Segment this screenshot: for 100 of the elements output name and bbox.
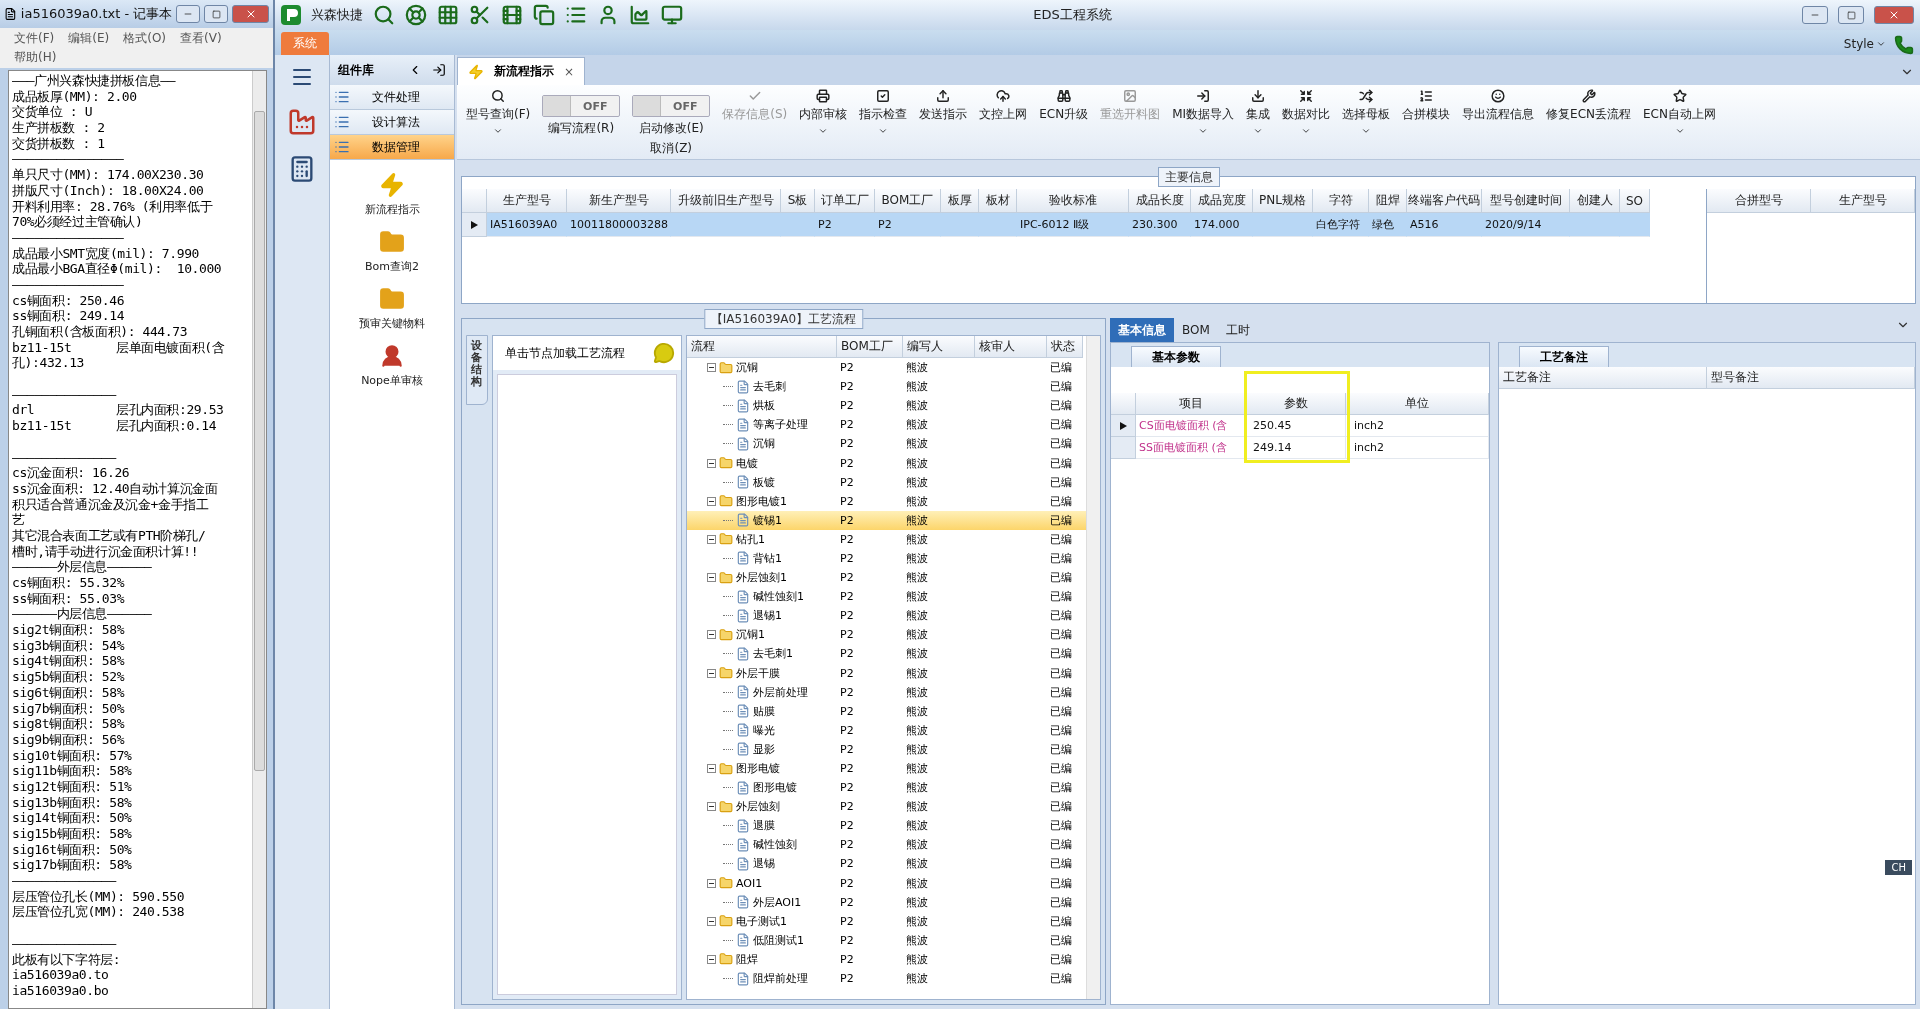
phone-icon[interactable] bbox=[1894, 35, 1914, 55]
collapse-icon[interactable] bbox=[707, 534, 716, 544]
tool-label[interactable]: 预审关键物料 bbox=[359, 316, 425, 331]
tab[interactable]: 工时 bbox=[1217, 318, 1258, 342]
collapse-icon[interactable] bbox=[707, 363, 716, 373]
column-header[interactable]: 生产型号 bbox=[487, 189, 567, 213]
toolbar-button[interactable]: 指示检查 bbox=[854, 89, 913, 136]
toolbar-button[interactable]: 文控上网 bbox=[974, 89, 1033, 123]
column-header[interactable]: 流程 bbox=[687, 336, 837, 358]
collapse-icon[interactable] bbox=[707, 630, 716, 640]
toolbar-button[interactable]: 导出流程信息 bbox=[1457, 89, 1540, 123]
menu-item[interactable]: 文件(F) bbox=[14, 30, 55, 47]
area-chart-icon[interactable] bbox=[629, 4, 651, 26]
collapse-icon[interactable] bbox=[707, 878, 716, 888]
grid-icon[interactable] bbox=[437, 4, 459, 26]
toolbar-button[interactable]: ECN自动上网 bbox=[1638, 89, 1721, 136]
row-selector[interactable] bbox=[1111, 415, 1136, 437]
document-tab[interactable]: 新流程指示 × bbox=[457, 57, 586, 85]
column-header[interactable]: 工艺备注 bbox=[1499, 367, 1707, 389]
column-header[interactable]: BOM工厂 bbox=[875, 189, 941, 213]
column-header[interactable]: 项目 bbox=[1136, 393, 1246, 415]
menu-item[interactable]: 帮助(H) bbox=[14, 49, 57, 66]
column-header[interactable]: 成品宽度 bbox=[1191, 189, 1253, 213]
tab[interactable]: BOM bbox=[1174, 318, 1218, 342]
column-header[interactable]: S板 bbox=[781, 189, 815, 213]
monitor-icon[interactable] bbox=[661, 4, 683, 26]
column-header[interactable]: 字符 bbox=[1313, 189, 1369, 213]
toggle-switch[interactable]: OFF bbox=[632, 95, 711, 117]
toolbar-button[interactable]: 集成 bbox=[1241, 89, 1276, 136]
film-icon[interactable] bbox=[501, 4, 523, 26]
column-header[interactable]: 编写人 bbox=[903, 336, 975, 358]
minimize-button[interactable] bbox=[176, 5, 201, 23]
user-icon[interactable] bbox=[597, 4, 619, 26]
panel-item[interactable]: 数据管理 bbox=[330, 135, 454, 160]
column-header[interactable]: 生产型号 bbox=[1811, 189, 1915, 213]
tool-label[interactable]: Nope单审核 bbox=[361, 373, 423, 388]
column-header[interactable]: 新生产型号 bbox=[567, 189, 671, 213]
toggle-switch[interactable]: OFF bbox=[542, 95, 621, 117]
ime-bar[interactable]: CH bbox=[1885, 860, 1912, 875]
copy-icon[interactable] bbox=[533, 4, 555, 26]
column-header[interactable]: 成品长度 bbox=[1129, 189, 1191, 213]
column-header[interactable]: 升级前旧生产型号 bbox=[671, 189, 781, 213]
collapse-icon[interactable] bbox=[707, 802, 716, 812]
minimize-button[interactable] bbox=[1802, 6, 1828, 24]
menu-item[interactable]: 格式(O) bbox=[123, 30, 167, 47]
toolbar-button[interactable]: 合拼模块 bbox=[1397, 89, 1456, 123]
collapse-icon[interactable] bbox=[707, 916, 716, 926]
toolbar-button[interactable]: 发送指示 bbox=[914, 89, 973, 123]
maximize-button[interactable] bbox=[1838, 6, 1864, 24]
scissors-icon[interactable] bbox=[469, 4, 491, 26]
column-header[interactable]: 板厚 bbox=[941, 189, 979, 213]
column-header[interactable]: 终端客户代码 bbox=[1407, 189, 1482, 213]
row-selector[interactable] bbox=[462, 213, 487, 237]
user-icon[interactable] bbox=[379, 343, 405, 369]
menu-item[interactable]: 查看(V) bbox=[180, 30, 222, 47]
side-tab[interactable]: 设备结构 bbox=[466, 335, 488, 405]
close-button[interactable] bbox=[1874, 6, 1914, 24]
close-button[interactable] bbox=[232, 5, 269, 23]
column-header[interactable]: 板材 bbox=[979, 189, 1017, 213]
tool-label[interactable]: 新流程指示 bbox=[364, 202, 420, 217]
tool-label[interactable]: Bom查询2 bbox=[365, 259, 419, 274]
column-header[interactable]: 型号备注 bbox=[1707, 367, 1915, 389]
collapse-icon[interactable] bbox=[707, 496, 716, 506]
column-header[interactable]: 参数 bbox=[1246, 393, 1346, 415]
column-header[interactable]: 单位 bbox=[1346, 393, 1489, 415]
column-header[interactable]: 核审人 bbox=[975, 336, 1047, 358]
login-icon[interactable] bbox=[432, 63, 446, 77]
factory-icon[interactable] bbox=[287, 107, 317, 137]
maximize-button[interactable] bbox=[204, 5, 229, 23]
collapse-icon[interactable] bbox=[707, 573, 716, 583]
toolbar-button[interactable]: MI数据导入 bbox=[1167, 89, 1240, 136]
column-header[interactable]: 型号创建时间 bbox=[1482, 189, 1570, 213]
list-icon[interactable] bbox=[565, 4, 587, 26]
tab[interactable]: 基本信息 bbox=[1110, 318, 1174, 342]
lifebuoy-icon[interactable] bbox=[405, 4, 427, 26]
collapse-icon[interactable] bbox=[707, 668, 716, 678]
menu-item[interactable]: 编辑(E) bbox=[68, 30, 110, 47]
column-header[interactable]: 状态 bbox=[1047, 336, 1083, 358]
toolbar-button[interactable]: 选择母板 bbox=[1337, 89, 1396, 136]
column-header[interactable]: BOM工厂 bbox=[837, 336, 903, 358]
toolbar-button[interactable]: 型号查询(F) bbox=[461, 89, 536, 136]
toolbar-button[interactable]: 内部审核 bbox=[794, 89, 853, 136]
style-menu[interactable]: Style bbox=[1843, 37, 1886, 51]
column-header[interactable]: 合拼型号 bbox=[1707, 189, 1811, 213]
collapse-icon[interactable] bbox=[707, 764, 716, 773]
column-header[interactable]: SO bbox=[1620, 189, 1650, 213]
search-icon[interactable] bbox=[373, 4, 395, 26]
column-header[interactable]: PNL规格 bbox=[1253, 189, 1313, 213]
column-header[interactable]: 阻焊 bbox=[1369, 189, 1407, 213]
toolbar-button[interactable]: 修复ECN丢流程 bbox=[1541, 89, 1637, 123]
collapse-icon[interactable] bbox=[707, 458, 716, 468]
panel-item[interactable]: 设计算法 bbox=[330, 110, 454, 135]
column-header[interactable]: 验收标准 bbox=[1017, 189, 1129, 213]
column-header[interactable]: 创建人 bbox=[1570, 189, 1620, 213]
panel-item[interactable]: 文件处理 bbox=[330, 85, 454, 110]
toolbar-button[interactable]: ECN升级 bbox=[1034, 89, 1094, 123]
column-header[interactable]: 订单工厂 bbox=[815, 189, 875, 213]
tab[interactable]: 工艺备注 bbox=[1519, 346, 1609, 367]
toolbar-button[interactable]: 数据对比 bbox=[1277, 89, 1336, 136]
collapse-icon[interactable] bbox=[707, 954, 716, 964]
